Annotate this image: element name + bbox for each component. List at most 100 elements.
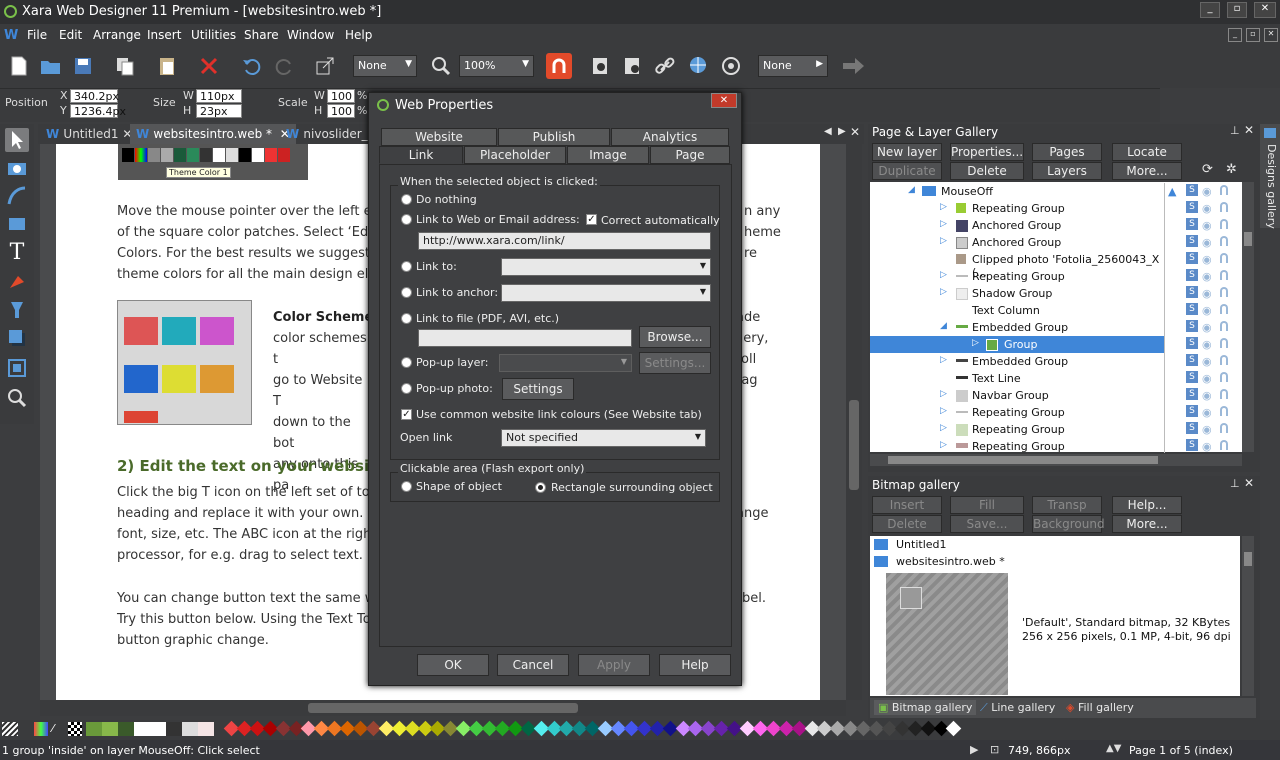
refresh-icon[interactable]: ⟳ [1202, 162, 1213, 177]
link-web-radio[interactable] [401, 214, 412, 225]
undo-icon[interactable] [238, 53, 264, 79]
lock-icon[interactable] [1220, 236, 1228, 246]
lock-icon[interactable] [1220, 338, 1228, 348]
bitmap-scrollbar[interactable] [1242, 536, 1254, 696]
expand-icon[interactable]: ▷ [940, 270, 947, 280]
lock-icon[interactable] [1220, 440, 1228, 450]
fill-tool-icon[interactable] [5, 270, 29, 294]
popup-photo-settings-button[interactable]: Settings [502, 378, 574, 400]
expand-icon[interactable]: ▷ [940, 389, 947, 399]
menu-help[interactable]: Help [345, 28, 372, 42]
lock-icon[interactable] [1220, 185, 1228, 195]
pages-button[interactable]: Pages [1032, 143, 1102, 161]
locate-button[interactable]: Locate [1112, 143, 1182, 161]
delete-icon[interactable] [196, 53, 222, 79]
visibility-eye-icon[interactable]: ◉ [1202, 440, 1212, 453]
menu-edit[interactable]: Edit [59, 28, 82, 42]
popup-layer-settings-button[interactable]: Settings... [639, 352, 711, 374]
doc-close-icon[interactable]: ✕ [1264, 28, 1278, 42]
layer-row[interactable]: ◢ Embedded Group [870, 319, 1164, 336]
layer-row-selected[interactable]: ▷ Group [870, 336, 1164, 353]
w-field[interactable]: 110px [196, 89, 242, 103]
tab-line-gallery[interactable]: ⟋ Line gallery [976, 700, 1059, 716]
zoom-tool-icon[interactable] [5, 386, 29, 410]
layer-tree-hscrollbar[interactable] [870, 454, 1242, 466]
link-to-radio[interactable] [401, 261, 412, 272]
scale-w-field[interactable]: 100 [327, 89, 355, 103]
visibility-eye-icon[interactable]: ◉ [1202, 304, 1212, 317]
visibility-eye-icon[interactable]: ◉ [1202, 185, 1212, 198]
doc-restore-icon[interactable]: ▫ [1246, 28, 1260, 42]
visibility-eye-icon[interactable]: ◉ [1202, 406, 1212, 419]
transform-icon[interactable] [312, 53, 338, 79]
web-state-icon[interactable]: S [1186, 252, 1198, 264]
web-state-icon[interactable]: S [1186, 320, 1198, 332]
no-color-swatch[interactable] [2, 722, 18, 736]
web-state-icon[interactable]: S [1186, 235, 1198, 247]
pin-icon[interactable]: ⊥ [1230, 477, 1240, 490]
tab-publish[interactable]: Publish [498, 128, 610, 146]
doc-minimize-icon[interactable]: _ [1228, 28, 1242, 42]
menu-insert[interactable]: Insert [147, 28, 181, 42]
expand-icon[interactable]: ▷ [940, 440, 947, 450]
close-icon[interactable]: ✕ [1244, 476, 1254, 490]
layer-row[interactable]: ▷ Navbar Group [870, 387, 1164, 404]
expand-icon[interactable]: ▷ [972, 338, 979, 348]
visibility-eye-icon[interactable]: ◉ [1202, 338, 1212, 351]
lock-icon[interactable] [1220, 406, 1228, 416]
color-swatch[interactable] [102, 722, 118, 736]
visibility-eye-icon[interactable]: ◉ [1202, 253, 1212, 266]
layer-row[interactable]: Text Column [870, 302, 1164, 319]
color-swatch[interactable] [166, 722, 182, 736]
transparency-tool-icon[interactable] [5, 298, 29, 322]
bitmap-thumbnail[interactable] [886, 573, 1008, 695]
folder-untitled1[interactable]: Untitled1 [896, 538, 947, 551]
transp-button[interactable]: Transp [1032, 496, 1102, 514]
page-nav-icon[interactable]: ▲▼ [1106, 743, 1121, 754]
shape-tool-icon[interactable] [5, 184, 29, 208]
lock-icon[interactable] [1220, 219, 1228, 229]
layer-row[interactable]: ▷ Repeating Group [870, 200, 1164, 217]
layer-row[interactable]: ▷ Repeating Group [870, 438, 1164, 455]
tab-link[interactable]: Link [379, 146, 463, 164]
web-properties-icon[interactable] [686, 53, 712, 79]
publish-icon[interactable] [718, 53, 744, 79]
link-icon[interactable] [652, 53, 678, 79]
expand-icon[interactable]: ▷ [940, 406, 947, 416]
link-file-input[interactable] [418, 329, 632, 347]
help-button[interactable]: Help [659, 654, 731, 676]
web-state-icon[interactable]: S [1186, 422, 1198, 434]
cancel-button[interactable]: Cancel [497, 654, 569, 676]
color-picker-icon[interactable] [34, 722, 48, 736]
web-state-icon[interactable]: S [1186, 184, 1198, 196]
web-state-icon[interactable]: S [1186, 405, 1198, 417]
link-anchor-select[interactable]: ▼ [501, 284, 711, 302]
web-state-icon[interactable]: S [1186, 388, 1198, 400]
menu-utilities[interactable]: Utilities [191, 28, 236, 42]
new-document-icon[interactable] [6, 53, 32, 79]
vertical-scrollbar[interactable] [846, 144, 862, 700]
zoom-tool-icon[interactable] [428, 53, 454, 79]
x-field[interactable]: 340.2px [70, 89, 119, 103]
layer-row[interactable]: ▷ Anchored Group [870, 234, 1164, 251]
color-schemes-thumbnail[interactable] [117, 300, 252, 425]
delete-button[interactable]: Delete [950, 162, 1024, 180]
save-icon[interactable] [70, 53, 96, 79]
new-layer-button[interactable]: New layer [872, 143, 942, 161]
color-swatch[interactable] [198, 722, 214, 736]
lock-icon[interactable] [1220, 287, 1228, 297]
layer-row[interactable]: ▷ Anchored Group [870, 217, 1164, 234]
quality-select[interactable]: None ▶ [758, 55, 828, 77]
lock-icon[interactable] [1220, 389, 1228, 399]
tab-page[interactable]: Page [650, 146, 730, 164]
layer-row[interactable]: ▷ Embedded Group [870, 353, 1164, 370]
layer-tree-scrollbar[interactable] [1242, 182, 1254, 452]
visibility-eye-icon[interactable]: ◉ [1202, 236, 1212, 249]
visibility-eye-icon[interactable]: ◉ [1202, 355, 1212, 368]
preview-icon[interactable] [588, 53, 614, 79]
tab-bitmap-gallery[interactable]: ▣ Bitmap gallery [874, 700, 977, 715]
scroll-thumb[interactable] [308, 703, 578, 713]
eyedropper-icon[interactable]: ⁄ [52, 722, 64, 736]
tab-placeholder[interactable]: Placeholder [464, 146, 566, 164]
feather-select[interactable]: None ▼ [353, 55, 417, 77]
